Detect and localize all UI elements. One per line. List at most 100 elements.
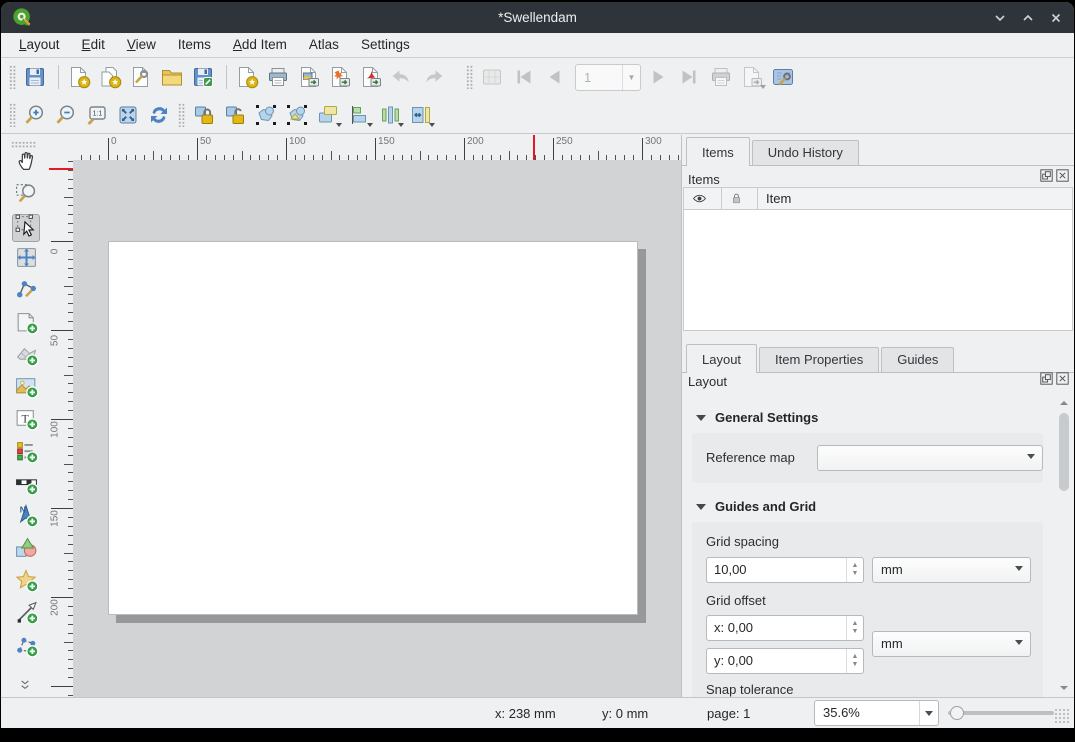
add-node-item-tool-button[interactable] [12, 634, 40, 662]
select-move-item-tool-button[interactable] [12, 214, 40, 242]
toolbar-grip[interactable] [466, 65, 473, 89]
add-marker-tool-button[interactable] [12, 569, 40, 597]
refresh-view-button[interactable] [145, 101, 173, 129]
close-panel-icon[interactable] [1056, 169, 1069, 182]
add-label-icon: T [14, 406, 39, 436]
add-north-arrow-tool-button[interactable]: N [12, 504, 40, 532]
undo-button [388, 63, 416, 91]
spinner-buttons[interactable]: ▲▼ [846, 616, 863, 640]
grid-spacing-unit-combo[interactable]: mm [872, 557, 1031, 583]
guides-and-grid-section[interactable]: Guides and Grid [696, 499, 1055, 514]
add-arrow-tool-button[interactable] [12, 601, 40, 629]
scrollbar-thumb[interactable] [1059, 413, 1069, 491]
menu-layout[interactable]: Layout [8, 33, 71, 57]
print-layout-icon [266, 65, 290, 89]
item-column-header[interactable]: Item [758, 188, 1072, 209]
atlas-page-combo[interactable]: 1▼ [575, 64, 641, 91]
chevron-down-icon[interactable]: ▼ [622, 65, 640, 90]
menu-add-item[interactable]: Add Item [222, 33, 298, 57]
items-panel-controls [1040, 169, 1069, 182]
float-panel-icon[interactable] [1040, 169, 1053, 182]
toolbar-grip[interactable] [178, 103, 185, 127]
save-project-button[interactable] [21, 63, 49, 91]
tab-items[interactable]: Items [686, 137, 750, 166]
float-panel-icon[interactable] [1040, 372, 1053, 385]
chevron-down-icon[interactable] [919, 701, 938, 725]
maximize-button[interactable] [1020, 10, 1036, 26]
layout-canvas[interactable] [73, 160, 681, 697]
align-items-button[interactable] [345, 101, 373, 129]
grid-offset-y-input[interactable]: y: 0,00 ▲▼ [706, 648, 864, 674]
zoom-in-button[interactable] [21, 101, 49, 129]
minimize-button[interactable] [992, 10, 1008, 26]
add-picture-tool-button[interactable] [12, 375, 40, 403]
menu-view[interactable]: View [116, 33, 167, 57]
ungroup-items-button[interactable] [283, 101, 311, 129]
add-scalebar-tool-button[interactable] [12, 472, 40, 500]
add-map-tool-button[interactable] [12, 311, 40, 339]
window-resize-grip[interactable] [1054, 708, 1070, 724]
menu-items[interactable]: Items [167, 33, 222, 57]
add-3d-map-tool-button[interactable] [12, 343, 40, 371]
right-dock-panel: ItemsUndo History Items Item LayoutItem … [681, 135, 1074, 697]
add-shape-tool-button[interactable] [12, 537, 40, 565]
visibility-column-header[interactable] [684, 188, 722, 209]
group-items-button[interactable] [252, 101, 280, 129]
print-layout-button[interactable] [264, 63, 292, 91]
scroll-up-icon[interactable] [1057, 397, 1071, 409]
distribute-items-button[interactable] [376, 101, 404, 129]
export-as-image-button[interactable] [295, 63, 323, 91]
lock-items-button[interactable] [190, 101, 218, 129]
more-tools-icon[interactable] [15, 677, 35, 693]
close-button[interactable] [1048, 10, 1064, 26]
scroll-down-icon[interactable] [1057, 682, 1071, 694]
last-feature-button [676, 63, 704, 91]
add-items-from-template-button[interactable] [233, 63, 261, 91]
chevron-down-icon [1027, 454, 1035, 459]
move-item-content-tool-button[interactable] [12, 246, 40, 274]
menu-settings[interactable]: Settings [350, 33, 421, 57]
resize-items-button[interactable] [407, 101, 435, 129]
export-as-pdf-button[interactable] [357, 63, 385, 91]
general-settings-section[interactable]: General Settings [696, 410, 1055, 425]
atlas-settings-button[interactable] [769, 63, 797, 91]
menu-atlas[interactable]: Atlas [298, 33, 350, 57]
close-panel-icon[interactable] [1056, 372, 1069, 385]
save-as-template-button[interactable] [189, 63, 217, 91]
toolbar-grip[interactable] [9, 103, 16, 127]
lock-column-header[interactable] [722, 188, 758, 209]
menu-edit[interactable]: Edit [71, 33, 116, 57]
slider-handle[interactable] [950, 706, 964, 720]
reference-map-combo[interactable] [817, 445, 1043, 471]
zoom-tool-tool-button[interactable] [12, 181, 40, 209]
duplicate-layout-button[interactable] [96, 63, 124, 91]
titlebar[interactable]: *Swellendam [1, 2, 1074, 33]
zoom-slider[interactable] [948, 698, 1054, 728]
layout-manager-button[interactable] [127, 63, 155, 91]
toolbar-grip[interactable] [11, 141, 37, 148]
export-as-svg-button[interactable] [326, 63, 354, 91]
spinner-buttons[interactable]: ▲▼ [846, 558, 863, 582]
pan-tool-button[interactable] [12, 149, 40, 177]
edit-nodes-item-tool-button[interactable] [12, 278, 40, 306]
zoom-out-button[interactable] [52, 101, 80, 129]
load-template-button[interactable] [158, 63, 186, 91]
add-legend-tool-button[interactable] [12, 440, 40, 468]
zoom-actual-button[interactable]: 1:1 [83, 101, 111, 129]
zoom-level-combo[interactable]: 35.6% [814, 700, 939, 726]
layout-panel-scrollbar[interactable] [1057, 397, 1071, 694]
new-layout-button[interactable] [65, 63, 93, 91]
grid-offset-unit-combo[interactable]: mm [872, 631, 1031, 657]
tab-undo-history[interactable]: Undo History [752, 140, 859, 165]
unlock-all-button[interactable] [221, 101, 249, 129]
layout-page[interactable] [108, 241, 638, 615]
spinner-buttons[interactable]: ▲▼ [846, 649, 863, 673]
raise-items-button[interactable] [314, 101, 342, 129]
grid-offset-x-input[interactable]: x: 0,00 ▲▼ [706, 615, 864, 641]
toolbar-grip[interactable] [9, 65, 16, 89]
grid-spacing-input[interactable]: 10,00 ▲▼ [706, 557, 864, 583]
reference-map-label: Reference map [706, 450, 795, 465]
items-list[interactable]: Item [683, 187, 1073, 331]
add-label-tool-button[interactable]: T [12, 407, 40, 435]
zoom-full-button[interactable] [114, 101, 142, 129]
